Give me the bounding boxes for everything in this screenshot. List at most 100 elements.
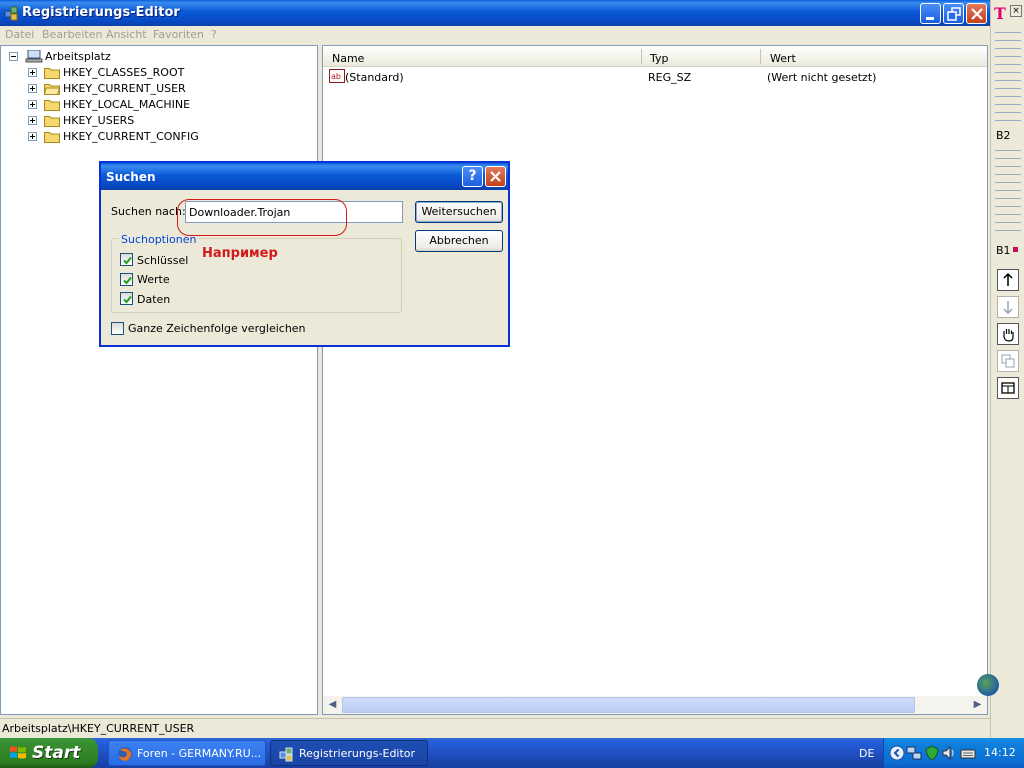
side-toolbar: T × B2 B1 [990, 0, 1024, 738]
collapse-toggle[interactable] [9, 52, 18, 61]
tree-item-local-machine[interactable]: HKEY_LOCAL_MACHINE [28, 97, 198, 113]
expand-toggle[interactable] [28, 100, 37, 109]
level-ruler-top [995, 30, 1021, 125]
tree-item-classes-root[interactable]: HKEY_CLASSES_ROOT [28, 65, 198, 81]
list-header: Name Typ Wert [323, 46, 987, 67]
firefox-icon [118, 747, 132, 761]
tree-item-users[interactable]: HKEY_USERS [28, 113, 198, 129]
taskbar-label: Registrierungs-Editor [299, 747, 416, 760]
column-header-type[interactable]: Typ [650, 52, 669, 65]
column-divider[interactable] [641, 49, 642, 64]
window-tool-button[interactable] [997, 377, 1019, 399]
language-indicator[interactable]: DE [859, 747, 874, 760]
tree-item-label: HKEY_CURRENT_CONFIG [63, 130, 199, 143]
keys-label: Schlüssel [137, 254, 189, 267]
registry-editor-window: Registrierungs-Editor Datei Bearbeiten A… [0, 0, 990, 738]
close-icon [490, 171, 501, 182]
scroll-left-arrow-icon[interactable]: ◀ [324, 697, 341, 713]
menu-bearbeiten[interactable]: Bearbeiten [42, 28, 102, 41]
level-marker-icon [1013, 247, 1018, 252]
arrow-down-icon [1003, 301, 1013, 315]
column-divider[interactable] [760, 49, 761, 64]
level-ruler-bottom [995, 148, 1021, 238]
folder-icon [44, 116, 60, 127]
menu-help[interactable]: ? [211, 28, 217, 41]
window-icon [1001, 382, 1015, 394]
level-label-b2: B2 [996, 129, 1011, 142]
hand-tool-button[interactable] [997, 323, 1019, 345]
hand-icon [1003, 329, 1014, 342]
scroll-down-button[interactable] [997, 296, 1019, 318]
expand-toggle[interactable] [28, 132, 37, 141]
registry-editor-icon [279, 747, 293, 762]
dialog-close-button[interactable] [485, 166, 506, 187]
network-icon[interactable] [906, 745, 922, 761]
menu-datei[interactable]: Datei [5, 28, 34, 41]
tree-item-label: HKEY_USERS [63, 114, 135, 127]
restore-button[interactable] [943, 3, 964, 24]
expand-toggle[interactable] [28, 116, 37, 125]
data-label: Daten [137, 293, 171, 306]
system-tray: 14:12 [883, 738, 1024, 768]
data-checkbox[interactable] [120, 292, 133, 305]
string-value-icon: ab [329, 69, 345, 83]
expand-toggle[interactable] [28, 68, 37, 77]
windows-logo-icon [10, 746, 26, 759]
taskbar: Start Foren - GERMANY.RU... Registrierun… [0, 738, 1024, 768]
registry-editor-icon [4, 6, 18, 21]
cancel-button[interactable]: Abbrechen [415, 230, 503, 252]
folder-icon [44, 100, 60, 111]
tree-root[interactable]: Arbeitsplatz [9, 49, 129, 65]
status-bar: Arbeitsplatz\HKEY_CURRENT_USER [0, 718, 990, 738]
horizontal-scrollbar[interactable]: ◀ ▶ [323, 696, 987, 714]
whole-string-checkbox[interactable] [111, 322, 124, 335]
title-bar[interactable]: Registrierungs-Editor [0, 0, 990, 26]
arrow-up-icon [1003, 272, 1013, 286]
values-label: Werte [137, 273, 170, 286]
tree-item-current-config[interactable]: HKEY_CURRENT_CONFIG [28, 129, 199, 145]
clock[interactable]: 14:12 [984, 746, 1016, 759]
menu-bar: Datei Bearbeiten Ansicht Favoriten ? [0, 26, 990, 44]
tray-expand-icon[interactable] [889, 745, 905, 761]
taskbar-button-regedit[interactable]: Registrierungs-Editor [270, 740, 428, 766]
minimize-button[interactable] [920, 3, 941, 24]
menu-ansicht[interactable]: Ansicht [106, 28, 147, 41]
checkmark-icon [123, 276, 132, 285]
minimize-icon [926, 17, 934, 20]
scroll-up-button[interactable] [997, 269, 1019, 291]
side-close-button[interactable]: × [1010, 5, 1022, 17]
tree-item-current-user[interactable]: HKEY_CURRENT_USER [28, 81, 198, 97]
scroll-right-arrow-icon[interactable]: ▶ [969, 697, 986, 713]
values-checkbox[interactable] [120, 273, 133, 286]
svg-text:ab: ab [331, 72, 341, 81]
taskbar-button-browser[interactable]: Foren - GERMANY.RU... [108, 740, 266, 766]
close-button[interactable] [966, 3, 987, 24]
cell-name: (Standard) [345, 71, 404, 84]
tree-root-label: Arbeitsplatz [45, 50, 111, 63]
annotation-text: Например [202, 246, 278, 261]
dialog-title: Suchen [106, 170, 156, 184]
find-next-button[interactable]: Weitersuchen [415, 201, 503, 223]
security-shield-icon[interactable] [924, 745, 940, 761]
close-icon [971, 8, 983, 20]
keyboard-layout-icon[interactable] [960, 745, 976, 761]
column-header-value[interactable]: Wert [770, 52, 796, 65]
dialog-title-bar[interactable]: Suchen ? [101, 163, 508, 190]
folder-icon [44, 68, 60, 79]
copy-tool-button[interactable] [997, 350, 1019, 372]
brand-logo: T [994, 4, 1006, 23]
help-button[interactable]: ? [462, 166, 483, 187]
menu-favoriten[interactable]: Favoriten [153, 28, 204, 41]
scroll-thumb[interactable] [342, 697, 915, 713]
status-path: Arbeitsplatz\HKEY_CURRENT_USER [2, 722, 195, 735]
checkmark-icon [123, 295, 132, 304]
expand-toggle[interactable] [28, 84, 37, 93]
key-tree: Arbeitsplatz HKEY_CLASSES_ROOT HKEY_CURR… [0, 45, 318, 715]
column-header-name[interactable]: Name [332, 52, 364, 65]
volume-icon[interactable] [941, 745, 957, 761]
globe-icon[interactable] [977, 674, 999, 696]
desktop: Registrierungs-Editor Datei Bearbeiten A… [0, 0, 1024, 768]
search-label: Suchen nach: [111, 205, 186, 218]
keys-checkbox[interactable] [120, 253, 133, 266]
start-button[interactable]: Start [0, 738, 98, 768]
